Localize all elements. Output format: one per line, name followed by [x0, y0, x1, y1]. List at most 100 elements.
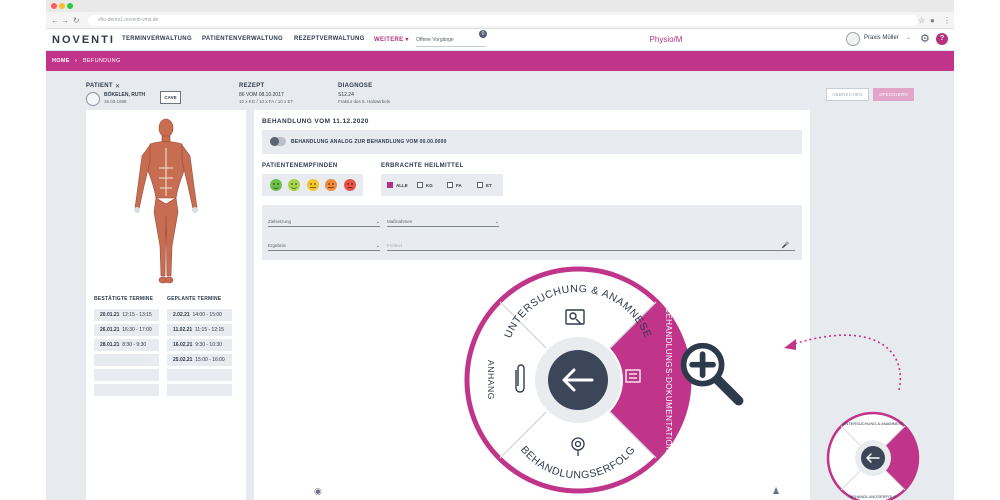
- forward-icon[interactable]: →: [61, 15, 69, 26]
- user-name[interactable]: Praxis Müller: [864, 35, 899, 41]
- breadcrumb-separator: ›: [75, 58, 78, 64]
- neutral-face-icon[interactable]: [307, 179, 319, 191]
- diagnose-detail: Fraktur des 6. Halswirbels: [338, 99, 391, 104]
- patient-name[interactable]: BÖKELEN, RUTH: [104, 92, 145, 98]
- profile-icon[interactable]: ●: [930, 15, 935, 26]
- very-sad-face-icon[interactable]: [344, 179, 356, 191]
- freitext-input[interactable]: Freitext 🎤: [387, 241, 795, 251]
- rezept-label: REZEPT: [239, 83, 265, 89]
- face-mouth: [291, 186, 297, 189]
- chevron-down-icon: ⌄: [375, 219, 380, 225]
- gear-icon[interactable]: ⚙: [920, 32, 930, 46]
- happy-face-icon[interactable]: [288, 179, 300, 191]
- termin-time: 12:15 - 13:15: [122, 312, 152, 318]
- diagnose-code: S12.24: [338, 92, 354, 98]
- browser-window: ← → ↻ vhu-demo1.noventi-vms.de ☆ ● ⋮ NOV…: [46, 0, 954, 500]
- ergebnis-label: Ergebnis: [268, 243, 286, 248]
- patientenempfinden-scale: [262, 174, 363, 196]
- dotted-arrow-illustration: [784, 334, 902, 391]
- minimize-window-icon[interactable]: [59, 3, 65, 9]
- analog-toggle[interactable]: [270, 137, 286, 146]
- small-wheel-label-top: UNTERSUCHUNG & ANAMNESE: [842, 421, 903, 426]
- nav-rezeptverwaltung[interactable]: REZEPTVERWALTUNG: [294, 36, 365, 42]
- zoom-in-magnifier-icon[interactable]: [676, 340, 752, 416]
- checkbox-et[interactable]: [477, 182, 483, 188]
- breadcrumb-home[interactable]: HOME: [52, 58, 70, 64]
- termin-planned[interactable]: 16.02.21 9:30 - 10:30: [167, 339, 232, 351]
- very-happy-face-icon[interactable]: [270, 179, 282, 191]
- maximize-window-icon[interactable]: [67, 3, 73, 9]
- termin-date: 20.01.21: [100, 312, 120, 318]
- speichern-button[interactable]: SPEICHERN: [873, 88, 914, 101]
- massnahmen-select[interactable]: Maßnahmen ⌄: [387, 217, 499, 227]
- support-icon[interactable]: ◉: [314, 486, 322, 497]
- microphone-icon[interactable]: 🎤: [782, 241, 789, 251]
- nav-weitere-label: WEITERE: [374, 37, 404, 43]
- termin-time: 16:30 - 17:00: [122, 327, 152, 333]
- help-button[interactable]: ?: [936, 33, 948, 45]
- termin-time: 8:30 - 9:30: [122, 342, 147, 348]
- close-patient-icon[interactable]: ✕: [115, 83, 120, 90]
- nav-terminverwaltung[interactable]: TERMINVERWALTUNG: [122, 36, 192, 42]
- wheel-label-dokumentation[interactable]: BEHANDLUNGS-DOKUMENTATION: [664, 307, 673, 452]
- close-window-icon[interactable]: [51, 3, 57, 9]
- breadcrumb-current: BEFUNDUNG: [83, 58, 121, 64]
- analog-toggle-row: BEHANDLUNG ANALOG ZUR BEHANDLUNG VOM 00.…: [262, 130, 802, 154]
- termin-empty-slot: [167, 384, 232, 396]
- back-icon[interactable]: ←: [51, 15, 59, 26]
- navigation-wheel-small[interactable]: UNTERSUCHUNG & ANAMNESE BEHANDLUNGSERFOL…: [826, 408, 940, 500]
- termin-time: 14:00 - 15:00: [192, 312, 222, 318]
- befund-form: Zielsetzung ⌄ Maßnahmen ⌄ Ergebnis ⌄ Freite…: [262, 205, 802, 260]
- termin-planned[interactable]: 11.02.21 11:15 - 12:15: [167, 324, 232, 336]
- termin-date: 28.01.21: [100, 342, 120, 348]
- zielsetzung-label: Zielsetzung: [268, 219, 292, 224]
- body-figure-icon[interactable]: ♟: [772, 486, 780, 497]
- freitext-placeholder: Freitext: [387, 243, 403, 248]
- ergebnis-select[interactable]: Ergebnis ⌄: [268, 241, 380, 251]
- rezept-detail: 10 x KG / 10 x FA / 10 x ET: [239, 99, 294, 104]
- browser-menu-icon[interactable]: ⋮: [943, 15, 951, 26]
- wheel-label-anhang[interactable]: ANHANG: [486, 360, 496, 400]
- face-mouth: [310, 186, 316, 188]
- patient-side-panel: BESTÄTIGTE TERMINE GEPLANTE TERMINE 20.0…: [86, 110, 246, 500]
- termin-empty-slot: [94, 369, 159, 381]
- patientenempfinden-heading: PATIENTENEMPFINDEN: [262, 163, 338, 169]
- termin-time: 15:00 - 16:00: [195, 357, 225, 363]
- termin-confirmed[interactable]: 26.01.21 16:30 - 17:00: [94, 324, 159, 336]
- address-bar[interactable]: vhu-demo1.noventi-vms.de: [88, 15, 918, 26]
- user-avatar[interactable]: [846, 32, 860, 46]
- geplante-termine-heading: GEPLANTE TERMINE: [167, 296, 222, 302]
- chevron-down-icon[interactable]: ⌄: [906, 34, 911, 41]
- patient-avatar: [86, 92, 100, 106]
- termin-confirmed[interactable]: 20.01.21 12:15 - 13:15: [94, 309, 159, 321]
- nav-patientenverwaltung[interactable]: PATIENTENVERWALTUNG: [202, 36, 283, 42]
- sad-face-icon[interactable]: [325, 179, 337, 191]
- bookmark-star-icon[interactable]: ☆: [918, 15, 925, 26]
- app-header: NOVENTI TERMINVERWALTUNG PATIENTENVERWAL…: [46, 29, 954, 51]
- termin-confirmed[interactable]: 28.01.21 8:30 - 9:30: [94, 339, 159, 351]
- zielsetzung-select[interactable]: Zielsetzung ⌄: [268, 217, 380, 227]
- checkbox-et-label: ET: [486, 183, 492, 188]
- diagnose-label: DIAGNOSE: [338, 83, 373, 89]
- abbrechen-button[interactable]: ABBRECHEN: [826, 88, 869, 101]
- rezept-value[interactable]: 86 VOM 08.10.2017: [239, 92, 284, 98]
- offene-vorgaenge-select[interactable]: Offene Vorgänge: [416, 33, 486, 47]
- practice-type-title: Physio/M: [649, 35, 683, 44]
- checkbox-kg[interactable]: [417, 182, 423, 188]
- massnahmen-label: Maßnahmen: [387, 219, 413, 224]
- termin-planned[interactable]: 25.02.21 15:00 - 16:00: [167, 354, 232, 366]
- checkbox-alle[interactable]: [387, 182, 393, 188]
- navigation-wheel-large: UNTERSUCHUNG & ANAMNESE BEHANDLUNGSERFOL…: [464, 266, 692, 494]
- termin-planned[interactable]: 2.02.21 14:00 - 15:00: [167, 309, 232, 321]
- nav-weitere[interactable]: WEITERE ▾: [374, 36, 409, 43]
- cave-button[interactable]: CAVE: [160, 91, 181, 104]
- noventi-logo[interactable]: NOVENTI: [52, 34, 115, 46]
- reload-icon[interactable]: ↻: [73, 15, 80, 26]
- termin-date: 26.01.21: [100, 327, 120, 333]
- checkbox-fa[interactable]: [447, 182, 453, 188]
- patient-dob: 15.03.1986: [104, 99, 127, 104]
- checkbox-alle-label: ALLE: [396, 183, 408, 188]
- anatomy-body-figure[interactable]: [126, 116, 206, 291]
- termin-date: 11.02.21: [173, 327, 193, 333]
- vorgaenge-count-badge: 0: [479, 30, 487, 38]
